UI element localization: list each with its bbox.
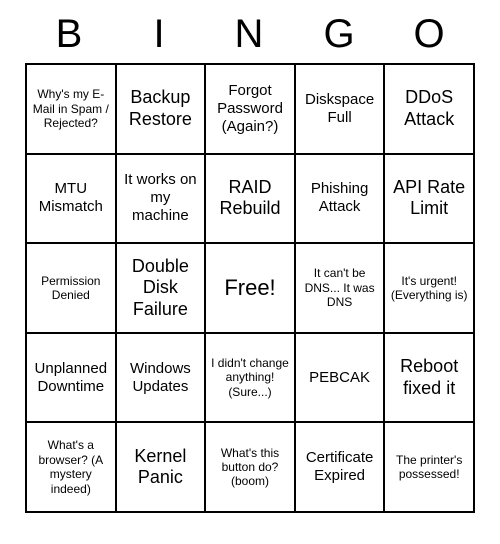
bingo-cell[interactable]: Permission Denied (26, 243, 116, 333)
bingo-cell[interactable]: Backup Restore (116, 64, 206, 154)
cell-text: API Rate Limit (389, 177, 469, 220)
bingo-grid: Why's my E-Mail in Spam / Rejected? Back… (25, 63, 475, 513)
cell-text: It works on my machine (121, 171, 201, 225)
bingo-cell[interactable]: Certificate Expired (295, 422, 385, 512)
cell-text: Diskspace Full (300, 91, 380, 127)
cell-text: It's urgent! (Everything is) (389, 274, 469, 303)
cell-text: Kernel Panic (121, 446, 201, 489)
bingo-cell[interactable]: Double Disk Failure (116, 243, 206, 333)
bingo-free-cell[interactable]: Free! (205, 243, 295, 333)
bingo-cell[interactable]: What's a browser? (A mystery indeed) (26, 422, 116, 512)
bingo-cell[interactable]: Diskspace Full (295, 64, 385, 154)
bingo-cell[interactable]: Windows Updates (116, 333, 206, 423)
cell-text: Permission Denied (31, 274, 111, 303)
cell-text: Forgot Password (Again?) (210, 82, 290, 136)
cell-text: I didn't change anything! (Sure...) (210, 356, 290, 399)
bingo-cell[interactable]: Why's my E-Mail in Spam / Rejected? (26, 64, 116, 154)
cell-text: Free! (224, 275, 275, 301)
bingo-cell[interactable]: Forgot Password (Again?) (205, 64, 295, 154)
cell-text: Windows Updates (121, 360, 201, 396)
bingo-cell[interactable]: MTU Mismatch (26, 154, 116, 244)
bingo-cell[interactable]: Phishing Attack (295, 154, 385, 244)
cell-text: Phishing Attack (300, 180, 380, 216)
cell-text: PEBCAK (309, 369, 370, 387)
bingo-cell[interactable]: API Rate Limit (384, 154, 474, 244)
bingo-cell[interactable]: I didn't change anything! (Sure...) (205, 333, 295, 423)
bingo-cell[interactable]: RAID Rebuild (205, 154, 295, 244)
header-letter-o: O (385, 12, 475, 57)
cell-text: What's this button do? (boom) (210, 446, 290, 489)
cell-text: RAID Rebuild (210, 177, 290, 220)
bingo-cell[interactable]: DDoS Attack (384, 64, 474, 154)
bingo-cell[interactable]: It's urgent! (Everything is) (384, 243, 474, 333)
bingo-cell[interactable]: What's this button do? (boom) (205, 422, 295, 512)
header-letter-b: B (25, 12, 115, 57)
bingo-cell[interactable]: It works on my machine (116, 154, 206, 244)
bingo-cell[interactable]: It can't be DNS... It was DNS (295, 243, 385, 333)
cell-text: Reboot fixed it (389, 356, 469, 399)
bingo-header: B I N G O (25, 12, 475, 57)
cell-text: It can't be DNS... It was DNS (300, 266, 380, 309)
header-letter-i: I (115, 12, 205, 57)
bingo-cell[interactable]: Unplanned Downtime (26, 333, 116, 423)
header-letter-g: G (295, 12, 385, 57)
cell-text: Certificate Expired (300, 449, 380, 485)
bingo-cell[interactable]: Kernel Panic (116, 422, 206, 512)
cell-text: MTU Mismatch (31, 180, 111, 216)
bingo-cell[interactable]: Reboot fixed it (384, 333, 474, 423)
cell-text: Why's my E-Mail in Spam / Rejected? (31, 87, 111, 130)
header-letter-n: N (205, 12, 295, 57)
cell-text: The printer's possessed! (389, 453, 469, 482)
cell-text: What's a browser? (A mystery indeed) (31, 438, 111, 496)
cell-text: DDoS Attack (389, 87, 469, 130)
cell-text: Unplanned Downtime (31, 360, 111, 396)
cell-text: Backup Restore (121, 87, 201, 130)
bingo-cell[interactable]: The printer's possessed! (384, 422, 474, 512)
bingo-cell[interactable]: PEBCAK (295, 333, 385, 423)
cell-text: Double Disk Failure (121, 256, 201, 321)
